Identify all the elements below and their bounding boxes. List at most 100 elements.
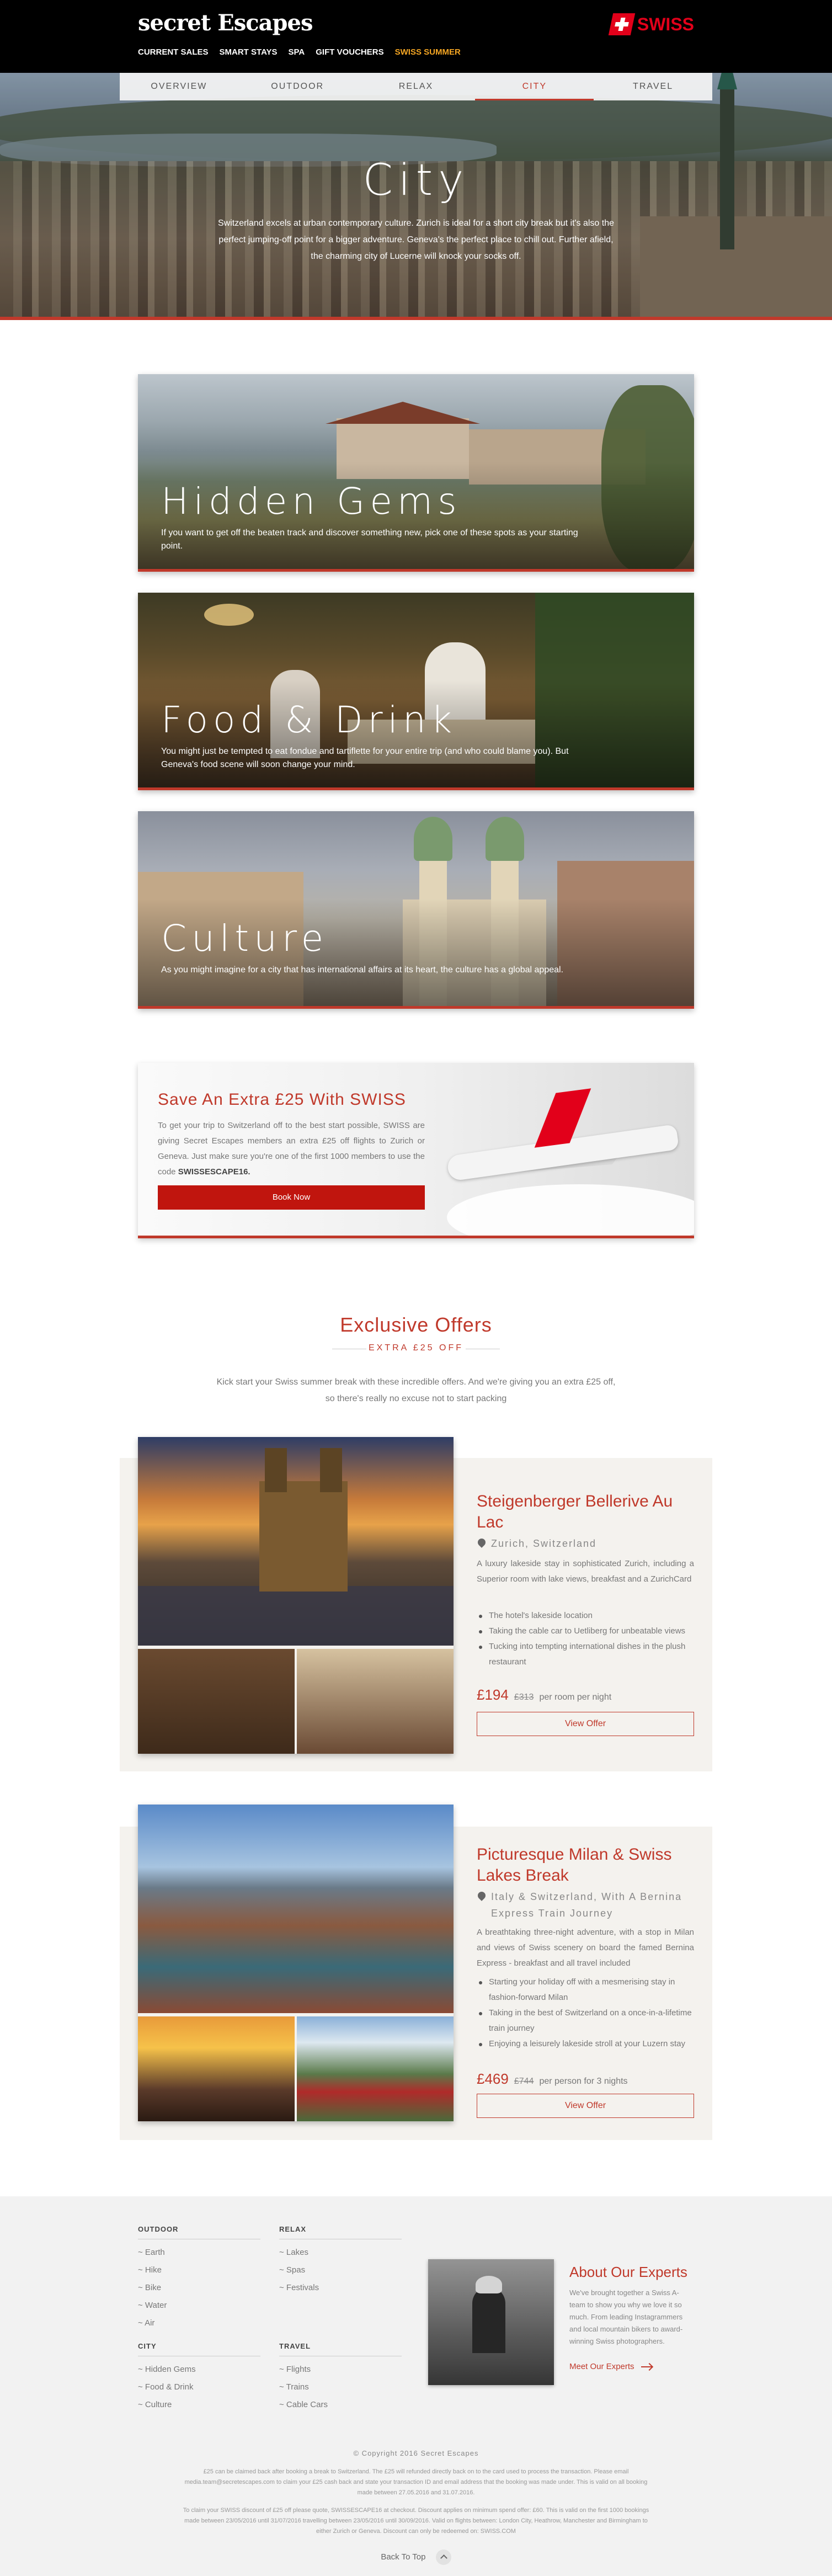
arrow-up-icon (435, 2550, 451, 2565)
price-unit: per person for 3 nights (539, 2077, 628, 2086)
section-tabs: OVERVIEW OUTDOOR RELAX CITY TRAVEL (120, 73, 712, 100)
offer-description: A luxury lakeside stay in sophisticated … (477, 1559, 694, 1584)
footer-link-cable-cars[interactable]: ~ Cable Cars (279, 2396, 402, 2414)
offer-title[interactable]: Steigenberger Bellerive Au Lac (477, 1491, 697, 1533)
restaurant-photo (138, 1649, 295, 1754)
footer-link-spas[interactable]: ~ Spas (279, 2261, 402, 2279)
footer-heading: OUTDOOR (138, 2225, 260, 2239)
offer-price: £194 £313 per room per night (477, 1686, 611, 1704)
copyright: © Copyright 2016 Secret Escapes (353, 2449, 479, 2457)
promo-text: To get your trip to Switzerland off to t… (158, 1121, 425, 1177)
list-item: Taking the cable car to Uetliberg for un… (477, 1624, 694, 1639)
view-offer-button[interactable]: View Offer (477, 2094, 694, 2118)
view-offer-button[interactable]: View Offer (477, 1712, 694, 1736)
nav-swiss-summer[interactable]: SWISS SUMMER (395, 47, 461, 57)
footer-link-food-drink[interactable]: ~ Food & Drink (138, 2378, 260, 2396)
hero-title: City (362, 156, 470, 205)
card-title: Hidden Gems (161, 480, 462, 523)
offer-highlights: Starting your holiday off with a mesmeri… (477, 1974, 694, 2052)
nav-smart-stays[interactable]: SMART STAYS (220, 47, 278, 57)
footer-col-travel: TRAVEL ~ Flights ~ Trains ~ Cable Cars (279, 2342, 402, 2414)
experts-title: About Our Experts (569, 2264, 687, 2280)
tab-overview[interactable]: OVERVIEW (120, 73, 238, 100)
footer-col-city: CITY ~ Hidden Gems ~ Food & Drink ~ Cult… (138, 2342, 260, 2414)
footer-link-hike[interactable]: ~ Hike (138, 2261, 260, 2279)
footer-link-air[interactable]: ~ Air (138, 2314, 260, 2332)
nav-spa[interactable]: SPA (289, 47, 305, 57)
footer-link-lakes[interactable]: ~ Lakes (279, 2244, 402, 2261)
footer-heading: RELAX (279, 2225, 402, 2239)
hero-text: Switzerland excels at urban contemporary… (217, 219, 615, 261)
current-price: £194 (477, 1686, 509, 1703)
offer-location: Zurich, Switzerland (476, 1535, 697, 1552)
footer-link-bike[interactable]: ~ Bike (138, 2279, 260, 2297)
list-item: The hotel's lakeside location (477, 1608, 694, 1624)
card-text: If you want to get off the beaten track … (161, 528, 578, 551)
swiss-logo-text: SWISS (637, 14, 694, 34)
footer-col-relax: RELAX ~ Lakes ~ Spas ~ Festivals (279, 2225, 402, 2297)
arrow-right-icon (641, 2366, 652, 2367)
tab-travel[interactable]: TRAVEL (594, 73, 712, 100)
card-title: Food & Drink (161, 699, 457, 741)
footer-link-trains[interactable]: ~ Trains (279, 2378, 402, 2396)
offer-gallery-zurich[interactable] (138, 1437, 454, 1754)
main-nav: CURRENT SALES SMART STAYS SPA GIFT VOUCH… (138, 47, 461, 57)
tab-city[interactable]: CITY (475, 73, 594, 100)
list-item: Tucking into tempting international dish… (477, 1639, 694, 1670)
terms-text-discount: To claim your SWISS discount of £25 off … (183, 2507, 649, 2535)
offer-title[interactable]: Picturesque Milan & Swiss Lakes Break (477, 1844, 697, 1886)
swiss-promo-banner: Save An Extra £25 With SWISS To get your… (138, 1063, 694, 1238)
swiss-flag-icon (608, 13, 636, 35)
culture-card[interactable]: Culture As you might imagine for a city … (138, 811, 694, 1009)
footer-link-earth[interactable]: ~ Earth (138, 2244, 260, 2261)
hero-divider (0, 317, 832, 320)
footer-heading: CITY (138, 2342, 260, 2356)
original-price: £744 (514, 2077, 534, 2086)
footer-link-hidden-gems[interactable]: ~ Hidden Gems (138, 2361, 260, 2378)
footer-col-outdoor: OUTDOOR ~ Earth ~ Hike ~ Bike ~ Water ~ … (138, 2225, 260, 2332)
city-hero: OVERVIEW OUTDOOR RELAX CITY TRAVEL City … (0, 73, 832, 317)
secret-escapes-logo[interactable]: secret Escapes (138, 10, 313, 36)
card-text: You might just be tempted to eat fondue … (161, 747, 569, 769)
offer-highlights: The hotel's lakeside location Taking the… (477, 1608, 694, 1670)
price-unit: per room per night (539, 1693, 612, 1702)
map-pin-icon (476, 1890, 487, 1901)
lucerne-aerial-photo (138, 1805, 454, 2013)
zurich-night-photo (138, 1437, 454, 1646)
terms-text-cashback: £25 can be claimed back after booking a … (184, 2468, 648, 2496)
exclusive-offers-subtitle: EXTRA £25 OFF (368, 1343, 464, 1353)
map-pin-icon (476, 1537, 487, 1548)
bernina-express-photo (297, 2016, 454, 2121)
food-drink-card[interactable]: Food & Drink You might just be tempted t… (138, 593, 694, 790)
offer-location: Italy & Switzerland, With A Bernina Expr… (476, 1888, 697, 1922)
card-text: As you might imagine for a city that has… (161, 965, 564, 975)
promo-code: SWISSESCAPE16. (178, 1167, 250, 1177)
list-item: Enjoying a leisurely lakeside stroll at … (477, 2036, 694, 2052)
footer: OUTDOOR ~ Earth ~ Hike ~ Bike ~ Water ~ … (0, 2196, 832, 2576)
milan-duomo-photo (138, 2016, 295, 2121)
hidden-gems-card[interactable]: Hidden Gems If you want to get off the b… (138, 374, 694, 572)
nav-gift-vouchers[interactable]: GIFT VOUCHERS (316, 47, 383, 57)
list-item: Starting your holiday off with a mesmeri… (477, 1974, 694, 2005)
exclusive-offers-title: Exclusive Offers (340, 1313, 492, 1336)
hotel-room-photo (297, 1649, 454, 1754)
promo-title: Save An Extra £25 With SWISS (158, 1090, 406, 1109)
footer-link-flights[interactable]: ~ Flights (279, 2361, 402, 2378)
list-item: Taking in the best of Switzerland on a o… (477, 2005, 694, 2036)
tab-outdoor[interactable]: OUTDOOR (238, 73, 357, 100)
nav-current-sales[interactable]: CURRENT SALES (138, 47, 209, 57)
footer-heading: TRAVEL (279, 2342, 402, 2356)
footer-link-festivals[interactable]: ~ Festivals (279, 2279, 402, 2297)
footer-link-culture[interactable]: ~ Culture (138, 2396, 260, 2414)
offer-price: £469 £744 per person for 3 nights (477, 2071, 628, 2088)
swiss-partner-logo[interactable]: SWISS (608, 13, 694, 35)
tab-relax[interactable]: RELAX (357, 73, 476, 100)
exclusive-offers-text: Kick start your Swiss summer break with … (216, 1377, 616, 1403)
original-price: £313 (514, 1693, 534, 1702)
meet-our-experts-link[interactable]: Meet Our Experts (569, 2362, 652, 2371)
book-now-button[interactable]: Book Now (158, 1185, 425, 1210)
card-title: Culture (161, 917, 329, 960)
back-to-top-button[interactable]: Back To Top (0, 2550, 832, 2565)
footer-link-water[interactable]: ~ Water (138, 2297, 260, 2314)
offer-gallery-milan[interactable] (138, 1805, 454, 2121)
